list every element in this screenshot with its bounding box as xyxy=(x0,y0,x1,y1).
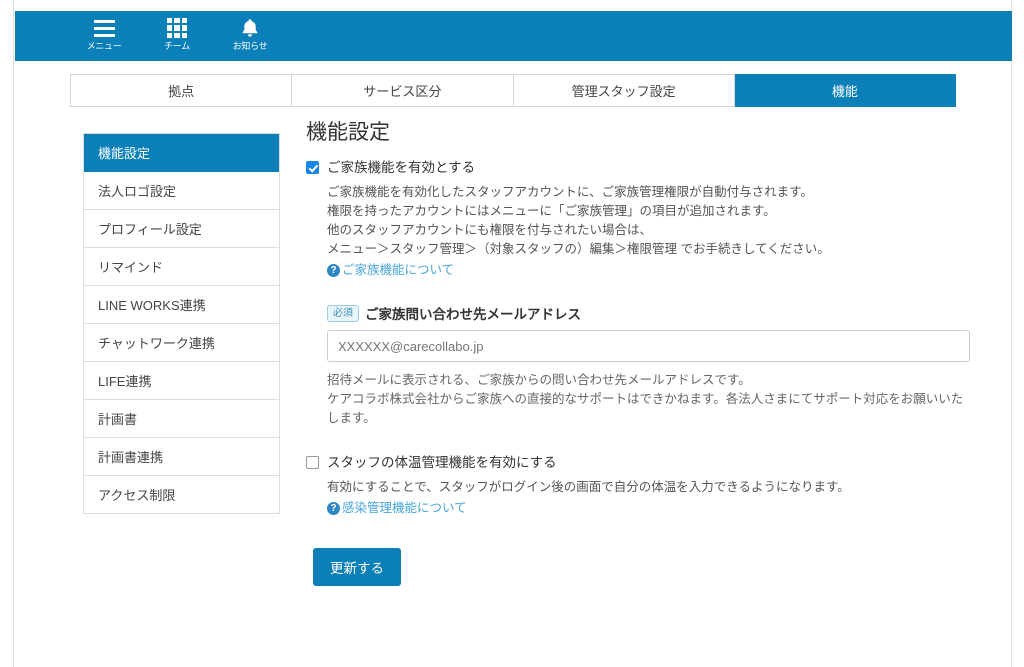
sidebar-item-label: リマインド xyxy=(98,260,164,275)
sidebar-item-label: チャットワーク連携 xyxy=(98,336,215,351)
tab-admin-staff-settings[interactable]: 管理スタッフ設定 xyxy=(513,74,735,107)
sidebar-item-label: 計画書 xyxy=(98,412,138,427)
sidebar-item-keikakusho[interactable]: 計画書 xyxy=(84,400,279,438)
question-circle-icon: ? xyxy=(327,502,340,515)
description-line: 権限を持ったアカウントにはメニューに「ご家族管理」の項目が追加されます。 xyxy=(327,204,776,218)
notification-button[interactable]: お知らせ xyxy=(224,16,276,52)
sidebar-item-line-works[interactable]: LINE WORKS連携 xyxy=(84,286,279,324)
menu-button[interactable]: メニュー xyxy=(78,16,130,52)
description-line: 他のスタッフアカウントにも権限を付与されたい場合は、 xyxy=(327,223,653,237)
sidebar-item-label: 計画書連携 xyxy=(98,450,164,465)
sidebar-item-label: LIFE連携 xyxy=(98,374,152,389)
sidebar-item-label: 機能設定 xyxy=(98,146,151,161)
team-button[interactable]: チーム xyxy=(151,16,203,52)
tab-kyoten[interactable]: 拠点 xyxy=(70,74,293,107)
description-line: 有効にすることで、スタッフがログイン後の画面で自分の体温を入力できるようになりま… xyxy=(327,480,850,494)
main-panel: 機能設定 ご家族機能を有効とする ご家族機能を有効化したスタッフアカウントに、ご… xyxy=(306,120,970,586)
sidebar-item-life[interactable]: LIFE連携 xyxy=(84,362,279,400)
tab-kinou-label: 機能 xyxy=(831,84,858,99)
temperature-feature-checkbox[interactable] xyxy=(306,456,319,469)
family-contact-email-input[interactable] xyxy=(327,330,970,362)
family-feature-help-link-label: ご家族機能について xyxy=(342,263,455,277)
global-header: メニュー チーム お知らせ xyxy=(15,11,1012,61)
tab-admin-staff-settings-label: 管理スタッフ設定 xyxy=(571,84,676,99)
family-contact-email-label: ご家族問い合わせ先メールアドレス xyxy=(365,307,581,322)
family-feature-help-link[interactable]: ? ご家族機能について xyxy=(327,261,454,280)
sidebar-item-remind[interactable]: リマインド xyxy=(84,248,279,286)
sidebar-item-keikakusho-renkei[interactable]: 計画書連携 xyxy=(84,438,279,476)
note-line: 招待メールに表示される、ご家族からの問い合わせ先メールアドレスです。 xyxy=(327,373,751,387)
family-feature-checkbox-label: ご家族機能を有効とする xyxy=(327,160,476,175)
temperature-feature-checkbox-label: スタッフの体温管理機能を有効にする xyxy=(327,455,557,470)
description-line: ご家族機能を有効化したスタッフアカウントに、ご家族管理権限が自動付与されます。 xyxy=(327,185,813,199)
notification-button-label: お知らせ xyxy=(232,41,268,51)
family-feature-checkbox[interactable] xyxy=(306,161,319,174)
question-circle-icon: ? xyxy=(327,264,340,277)
menu-button-label: メニュー xyxy=(86,41,122,51)
required-badge: 必須 xyxy=(327,304,359,322)
hamburger-menu-icon xyxy=(93,16,115,40)
grid-team-icon xyxy=(167,16,187,40)
sidebar-item-label: LINE WORKS連携 xyxy=(98,298,206,313)
tab-kyoten-label: 拠点 xyxy=(168,84,195,99)
team-button-label: チーム xyxy=(164,41,190,51)
sidebar-item-kinou-settei[interactable]: 機能設定 xyxy=(84,134,279,172)
settings-tab-bar: 拠点 サービス区分 管理スタッフ設定 機能 xyxy=(70,74,956,107)
sidebar-item-chatwork[interactable]: チャットワーク連携 xyxy=(84,324,279,362)
tab-service-kubun-label: サービス区分 xyxy=(363,84,442,99)
tab-service-kubun[interactable]: サービス区分 xyxy=(292,74,514,107)
update-button[interactable]: 更新する xyxy=(313,548,401,586)
bell-notification-icon xyxy=(240,16,260,40)
note-line: ケアコラボ株式会社からご家族への直接的なサポートはできかねます。各法人さまにてサ… xyxy=(327,392,964,425)
sidebar-item-label: 法人ロゴ設定 xyxy=(98,184,177,199)
sidebar-item-corporate-logo[interactable]: 法人ロゴ設定 xyxy=(84,172,279,210)
temperature-feature-help-link[interactable]: ? 感染管理機能について xyxy=(327,499,467,518)
temperature-feature-checkbox-row[interactable]: スタッフの体温管理機能を有効にする xyxy=(306,454,970,471)
settings-sidebar: 機能設定 法人ロゴ設定 プロフィール設定 リマインド LINE WORKS連携 … xyxy=(83,133,280,514)
family-contact-email-note: 招待メールに表示される、ご家族からの問い合わせ先メールアドレスです。 ケアコラボ… xyxy=(327,371,972,428)
family-feature-description: ご家族機能を有効化したスタッフアカウントに、ご家族管理権限が自動付与されます。 … xyxy=(327,183,970,280)
temperature-feature-help-link-label: 感染管理機能について xyxy=(342,501,467,515)
family-contact-email-field-group: 必須 ご家族問い合わせ先メールアドレス 招待メールに表示される、ご家族からの問い… xyxy=(327,303,970,428)
header-icon-group: メニュー チーム お知らせ xyxy=(78,16,276,52)
sidebar-item-profile-settings[interactable]: プロフィール設定 xyxy=(84,210,279,248)
tab-kinou[interactable]: 機能 xyxy=(734,74,956,107)
description-line: メニュー＞スタッフ管理＞（対象スタッフの）編集＞権限管理 でお手続きしてください… xyxy=(327,242,830,256)
page-title: 機能設定 xyxy=(306,121,390,144)
sidebar-item-access-restriction[interactable]: アクセス制限 xyxy=(84,476,279,514)
application-frame: メニュー チーム お知らせ 拠点 サービス区分 管理スタッフ設定 機能 機能設定… xyxy=(13,0,1012,667)
family-feature-checkbox-row[interactable]: ご家族機能を有効とする xyxy=(306,159,970,176)
temperature-feature-description: 有効にすることで、スタッフがログイン後の画面で自分の体温を入力できるようになりま… xyxy=(327,478,970,518)
family-contact-email-label-row: 必須 ご家族問い合わせ先メールアドレス xyxy=(327,303,970,323)
sidebar-item-label: アクセス制限 xyxy=(98,488,176,503)
sidebar-item-label: プロフィール設定 xyxy=(98,222,202,237)
